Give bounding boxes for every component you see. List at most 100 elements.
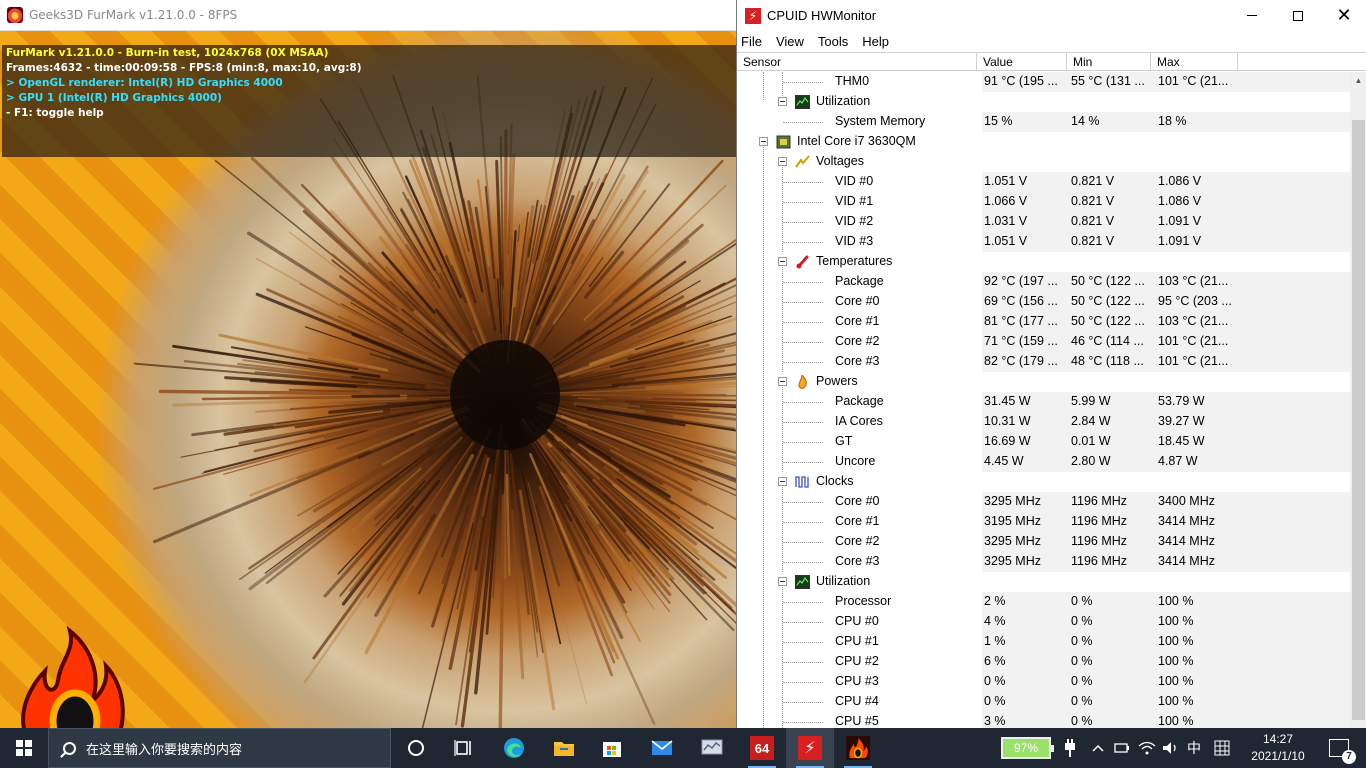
sensor-row[interactable]: CPU #0 4 % 0 % 100 % [737, 612, 1350, 632]
collapse-toggle-icon[interactable] [759, 137, 768, 146]
battery-indicator[interactable]: 97% [996, 728, 1056, 768]
close-button[interactable]: ✕ [1321, 0, 1366, 31]
hwmonitor-taskbar-button[interactable]: ⚡ [786, 728, 834, 768]
tree-guide-line [783, 182, 823, 183]
sensor-row[interactable]: CPU #1 1 % 0 % 100 % [737, 632, 1350, 652]
sensor-max: 1.086 V [1158, 194, 1202, 208]
device-icon[interactable] [1110, 728, 1134, 768]
sensor-value: 3195 MHz [984, 514, 1041, 528]
sensor-row[interactable]: CPU #5 3 % 0 % 100 % [737, 712, 1350, 728]
battery-percent: 97% [1013, 741, 1039, 755]
sensor-group-row[interactable]: Utilization [737, 572, 1350, 592]
taskbar-clock[interactable]: 14:27 2021/1/10 [1238, 728, 1318, 768]
collapse-toggle-icon[interactable] [778, 377, 787, 386]
furmark-window[interactable]: Geeks3D FurMark v1.21.0.0 - 8FPS FurMark… [0, 0, 736, 728]
sensor-name: VID #1 [835, 194, 874, 208]
wifi-icon[interactable] [1134, 728, 1160, 768]
sensor-value: 82 °C (179 ... [984, 354, 1058, 368]
sensor-group-row[interactable]: Utilization [737, 92, 1350, 112]
menu-tools[interactable]: Tools [818, 34, 848, 49]
collapse-toggle-icon[interactable] [778, 257, 787, 266]
action-center-button[interactable]: 7 [1316, 728, 1362, 768]
tree-guide-line [783, 682, 823, 683]
column-header-sensor[interactable]: Sensor [737, 53, 977, 70]
sensor-row[interactable]: Package 92 °C (197 ... 50 °C (122 ... 103 °… [737, 272, 1350, 292]
collapse-toggle-icon[interactable] [778, 97, 787, 106]
file-explorer-button[interactable] [540, 728, 588, 768]
sensor-group-row[interactable]: Powers [737, 372, 1350, 392]
sensor-tree[interactable]: THM0 91 °C (195 ... 55 °C (131 ... 101 °C (… [737, 72, 1350, 728]
menu-file[interactable]: File [741, 34, 762, 49]
furmark-taskbar-button[interactable] [834, 728, 882, 768]
sensor-row[interactable]: Core #0 69 °C (156 ... 50 °C (122 ... 95 °C… [737, 292, 1350, 312]
column-header-max[interactable]: Max [1151, 53, 1238, 70]
sensor-row[interactable]: Core #1 3195 MHz 1196 MHz 3414 MHz [737, 512, 1350, 532]
hwmonitor-titlebar[interactable]: ⚡ CPUID HWMonitor ✕ [737, 0, 1366, 31]
sensor-row[interactable]: Core #1 81 °C (177 ... 50 °C (122 ... 103 °… [737, 312, 1350, 332]
sensor-max: 101 °C (21... [1158, 334, 1229, 348]
aida64-button[interactable]: 64 [738, 728, 786, 768]
device-row[interactable]: Intel Core i7 3630QM [737, 132, 1350, 152]
column-header-min[interactable]: Min [1067, 53, 1151, 70]
sensor-row[interactable]: VID #2 1.031 V 0.821 V 1.091 V [737, 212, 1350, 232]
volume-icon[interactable] [1158, 728, 1184, 768]
hwinfo-icon [701, 739, 723, 755]
mail-icon [651, 740, 673, 755]
taskbar-search-box[interactable]: 在这里输入你要搜索的内容 [48, 728, 391, 768]
cortana-button[interactable] [392, 728, 440, 768]
hwmonitor-window[interactable]: ⚡ CPUID HWMonitor ✕ File View Tools Help… [736, 0, 1366, 728]
utilization-icon [795, 95, 810, 109]
maximize-button[interactable] [1275, 0, 1321, 31]
sensor-row[interactable]: Uncore 4.45 W 2.80 W 4.87 W [737, 452, 1350, 472]
start-button[interactable] [0, 728, 48, 768]
sensor-value: 3295 MHz [984, 494, 1041, 508]
sensor-max: 101 °C (21... [1158, 74, 1229, 88]
sensor-group-row[interactable]: Voltages [737, 152, 1350, 172]
sensor-row[interactable]: IA Cores 10.31 W 2.84 W 39.27 W [737, 412, 1350, 432]
minimize-button[interactable] [1229, 0, 1275, 31]
sensor-name: VID #0 [835, 174, 874, 188]
sensor-value: 2 % [984, 594, 1006, 608]
column-header-value[interactable]: Value [977, 53, 1067, 70]
tree-guide-line [783, 602, 823, 603]
power-plug-icon[interactable] [1056, 728, 1084, 768]
collapse-toggle-icon[interactable] [778, 477, 787, 486]
sensor-row[interactable]: Package 31.45 W 5.99 W 53.79 W [737, 392, 1350, 412]
sensor-group-row[interactable]: Clocks [737, 472, 1350, 492]
sensor-max: 100 % [1158, 594, 1194, 608]
show-hidden-icons-chevron-icon[interactable] [1086, 728, 1110, 768]
sensor-row[interactable]: VID #3 1.051 V 0.821 V 1.091 V [737, 232, 1350, 252]
sensor-row[interactable]: Processor 2 % 0 % 100 % [737, 592, 1350, 612]
sensor-row[interactable]: VID #1 1.066 V 0.821 V 1.086 V [737, 192, 1350, 212]
sensor-row[interactable]: CPU #3 0 % 0 % 100 % [737, 672, 1350, 692]
sensor-row[interactable]: Core #2 3295 MHz 1196 MHz 3414 MHz [737, 532, 1350, 552]
scroll-up-arrow-icon[interactable]: ▲ [1350, 72, 1366, 89]
store-button[interactable] [588, 728, 636, 768]
furmark-titlebar[interactable]: Geeks3D FurMark v1.21.0.0 - 8FPS [0, 0, 736, 31]
sensor-row[interactable]: THM0 91 °C (195 ... 55 °C (131 ... 101 °C (… [737, 72, 1350, 92]
sensor-row[interactable]: Core #2 71 °C (159 ... 46 °C (114 ... 101 °… [737, 332, 1350, 352]
sensor-row[interactable]: Core #0 3295 MHz 1196 MHz 3400 MHz [737, 492, 1350, 512]
sensor-row[interactable]: VID #0 1.051 V 0.821 V 1.086 V [737, 172, 1350, 192]
ime-language-indicator[interactable]: 中 [1182, 728, 1206, 768]
menu-view[interactable]: View [776, 34, 804, 49]
collapse-toggle-icon[interactable] [778, 577, 787, 586]
sensor-row[interactable]: System Memory 15 % 14 % 18 % [737, 112, 1350, 132]
sensor-group-row[interactable]: Temperatures [737, 252, 1350, 272]
hwinfo-button[interactable] [688, 728, 736, 768]
sensor-row[interactable]: CPU #4 0 % 0 % 100 % [737, 692, 1350, 712]
sensor-row[interactable]: Core #3 3295 MHz 1196 MHz 3414 MHz [737, 552, 1350, 572]
vertical-scrollbar[interactable]: ▲ [1350, 72, 1366, 728]
mail-button[interactable] [638, 728, 686, 768]
menu-help[interactable]: Help [862, 34, 889, 49]
scroll-thumb[interactable] [1352, 120, 1365, 720]
fur-strand [484, 186, 496, 280]
ime-mode-icon[interactable] [1208, 728, 1236, 768]
collapse-toggle-icon[interactable] [778, 157, 787, 166]
edge-button[interactable] [490, 728, 538, 768]
sensor-row[interactable]: GT 16.69 W 0.01 W 18.45 W [737, 432, 1350, 452]
task-view-button[interactable] [440, 728, 488, 768]
sensor-row[interactable]: CPU #2 6 % 0 % 100 % [737, 652, 1350, 672]
sensor-row[interactable]: Core #3 82 °C (179 ... 48 °C (118 ... 101 °… [737, 352, 1350, 372]
tree-guide-line [783, 122, 823, 123]
